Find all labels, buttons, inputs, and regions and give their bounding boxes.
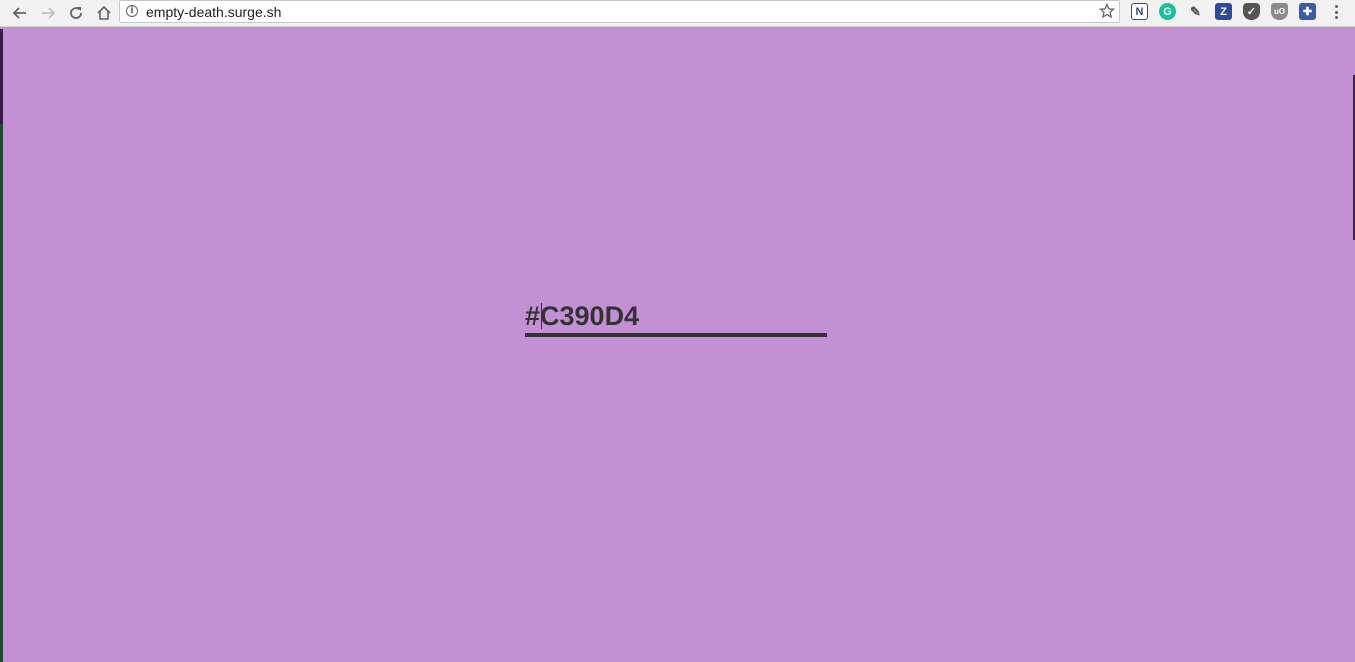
notion-extension-icon[interactable]: N [1131, 3, 1148, 20]
info-icon[interactable]: i [126, 5, 138, 17]
grammarly-extension-icon[interactable]: G [1159, 3, 1176, 20]
back-button[interactable] [9, 2, 31, 24]
home-button[interactable] [93, 2, 115, 24]
url-text[interactable]: empty-death.surge.sh [146, 3, 281, 21]
page-content [3, 29, 1355, 662]
text-caret [541, 303, 542, 329]
arrow-left-icon [12, 7, 26, 19]
ublock-extension-icon[interactable]: uO [1271, 3, 1288, 20]
forward-button[interactable] [37, 2, 59, 24]
address-bar[interactable]: i empty-death.surge.sh [119, 0, 1120, 23]
hex-color-field[interactable]: #C390D4 [525, 297, 827, 337]
bookmark-star-icon[interactable] [1099, 3, 1115, 19]
kebab-menu-icon[interactable] [1329, 4, 1343, 20]
reload-button[interactable] [65, 2, 87, 24]
browser-toolbar: i empty-death.surge.sh N G ✎ Z ✓ uO ✚ [0, 0, 1355, 27]
evernote-extension-icon[interactable]: ✎ [1187, 3, 1204, 20]
zotero-extension-icon[interactable]: Z [1215, 3, 1232, 20]
puzzle-extension-icon[interactable]: ✚ [1299, 3, 1316, 20]
reload-icon [70, 7, 82, 19]
hex-field-underline [525, 333, 827, 337]
arrow-right-icon [42, 7, 56, 19]
browser-window: i empty-death.surge.sh N G ✎ Z ✓ uO ✚ #C… [0, 0, 1355, 662]
hex-color-value[interactable]: #C390D4 [525, 298, 639, 334]
home-icon [97, 5, 111, 20]
pocket-extension-icon[interactable]: ✓ [1243, 3, 1260, 20]
